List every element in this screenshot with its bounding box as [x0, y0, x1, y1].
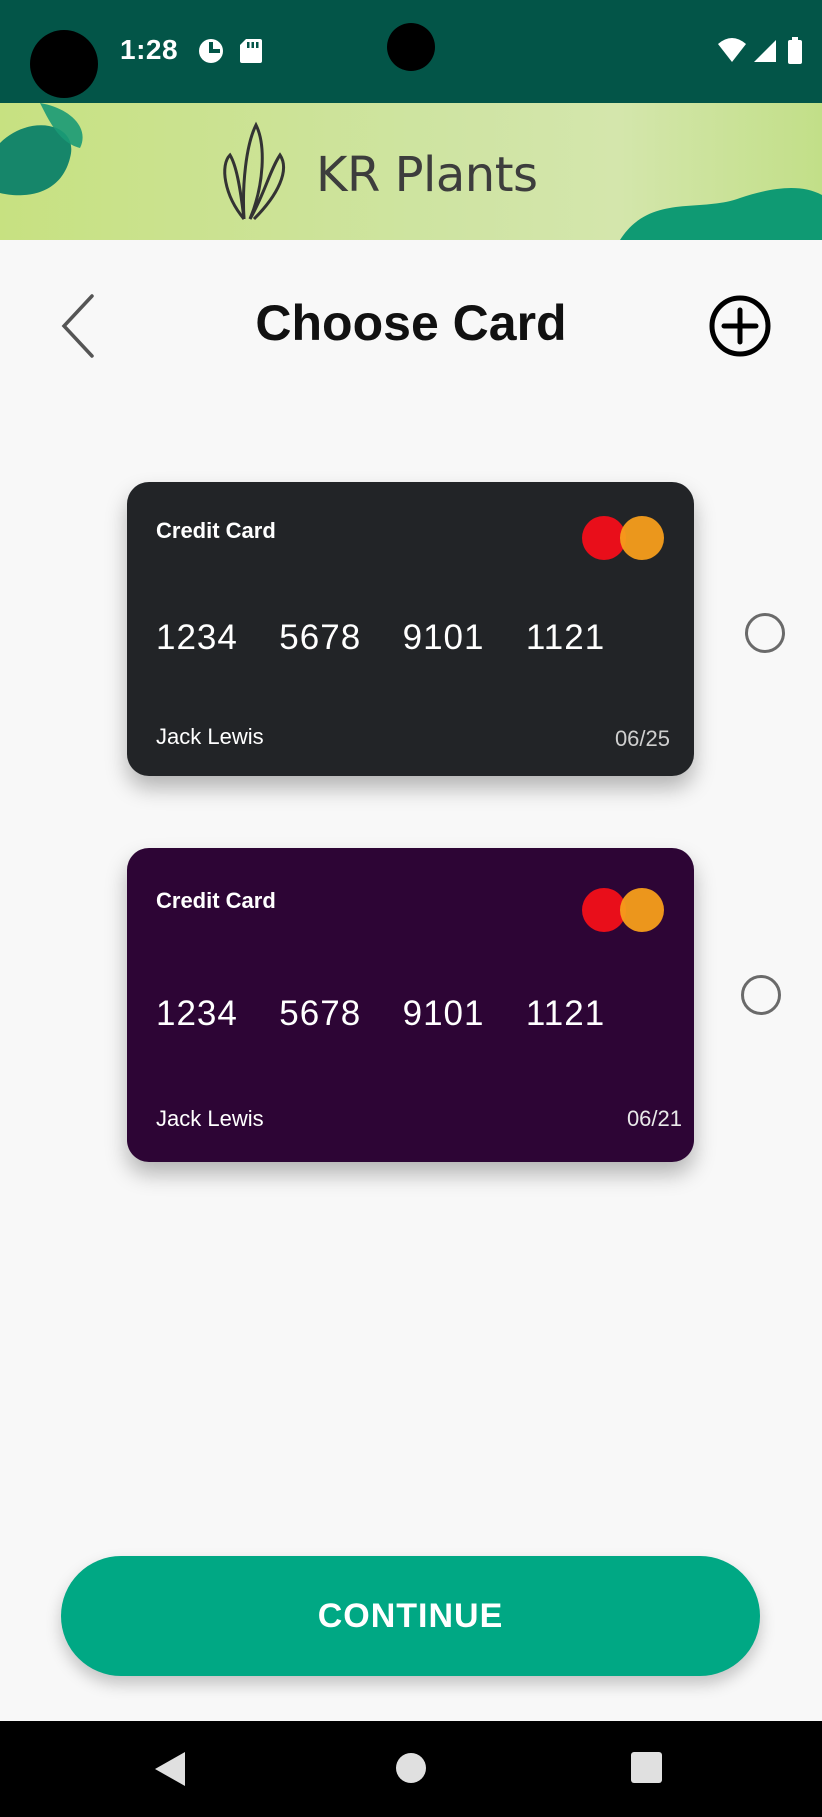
- card-1-radio[interactable]: [745, 613, 785, 653]
- status-bar: 1:28: [0, 0, 822, 103]
- card-2-radio[interactable]: [741, 975, 781, 1015]
- wifi-icon: [718, 38, 746, 62]
- credit-card-1[interactable]: Credit Card 1234 5678 9101 1121 Jack Lew…: [127, 482, 694, 776]
- card-type-label: Credit Card: [156, 518, 276, 543]
- plus-circle-icon: [709, 295, 771, 357]
- signal-icon: [754, 40, 776, 62]
- data-saver-icon: [199, 39, 262, 63]
- front-camera: [387, 23, 435, 71]
- card-expiry: 06/21: [626, 1106, 682, 1131]
- card-holder: Jack Lewis: [156, 1106, 264, 1131]
- card-expiry: 06/25: [614, 726, 670, 751]
- continue-button[interactable]: CONTINUE: [61, 1556, 760, 1676]
- status-time: 1:28: [120, 34, 179, 65]
- card-number: 1234 5678 9101 1121: [156, 994, 606, 1033]
- plant-hand-logo-icon: [223, 121, 286, 221]
- credit-card-2[interactable]: Credit Card 1234 5678 9101 1121 Jack Lew…: [127, 848, 694, 1162]
- brand-name: KR Plants: [316, 147, 538, 203]
- nav-recent-icon[interactable]: [631, 1752, 662, 1783]
- card-type-label: Credit Card: [156, 888, 276, 913]
- page-header: Choose Card: [0, 240, 822, 410]
- brand-banner: KR Plants: [0, 103, 822, 240]
- nav-back-icon[interactable]: [153, 1750, 187, 1788]
- add-card-button[interactable]: [706, 292, 774, 360]
- camera-cutout: [30, 30, 98, 98]
- page-title: Choose Card: [255, 295, 567, 351]
- status-right-icons: [716, 36, 806, 71]
- status-left-icons: [198, 36, 268, 71]
- choose-card-screen: 1:28 KR Plants Choose Card Credit Card 1…: [0, 0, 822, 1817]
- system-nav-bar: [0, 1721, 822, 1817]
- wifi-signal-battery-icons: [718, 37, 802, 64]
- mastercard-icon: [582, 516, 664, 560]
- battery-icon: [788, 40, 802, 64]
- card-holder: Jack Lewis: [156, 724, 264, 749]
- card-number: 1234 5678 9101 1121: [156, 618, 606, 657]
- nav-home-icon[interactable]: [396, 1753, 426, 1783]
- mastercard-icon: [582, 888, 664, 932]
- sd-card-icon: [240, 39, 262, 63]
